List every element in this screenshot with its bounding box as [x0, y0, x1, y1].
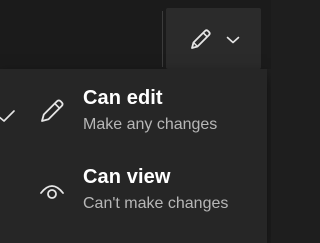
can-edit-description: Make any changes	[83, 116, 218, 133]
menu-item-can-edit[interactable]: Can edit Make any changes	[0, 78, 267, 148]
toolbar-divider	[162, 11, 163, 67]
permission-dropdown-button[interactable]	[166, 8, 261, 69]
pencil-icon	[191, 29, 211, 49]
chevron-down-icon	[226, 36, 240, 44]
permission-menu: Can edit Make any changes Can view Can't…	[0, 69, 267, 243]
checkmark-icon	[0, 110, 15, 122]
can-view-description: Can't make changes	[83, 195, 229, 212]
share-permissions-ui: Can edit Make any changes Can view Can't…	[0, 0, 271, 243]
eye-icon	[40, 185, 64, 199]
top-bar	[0, 0, 271, 69]
pencil-icon	[41, 99, 64, 122]
can-edit-title: Can edit	[83, 87, 163, 109]
menu-item-can-view[interactable]: Can view Can't make changes	[0, 157, 267, 227]
can-view-title: Can view	[83, 166, 171, 188]
